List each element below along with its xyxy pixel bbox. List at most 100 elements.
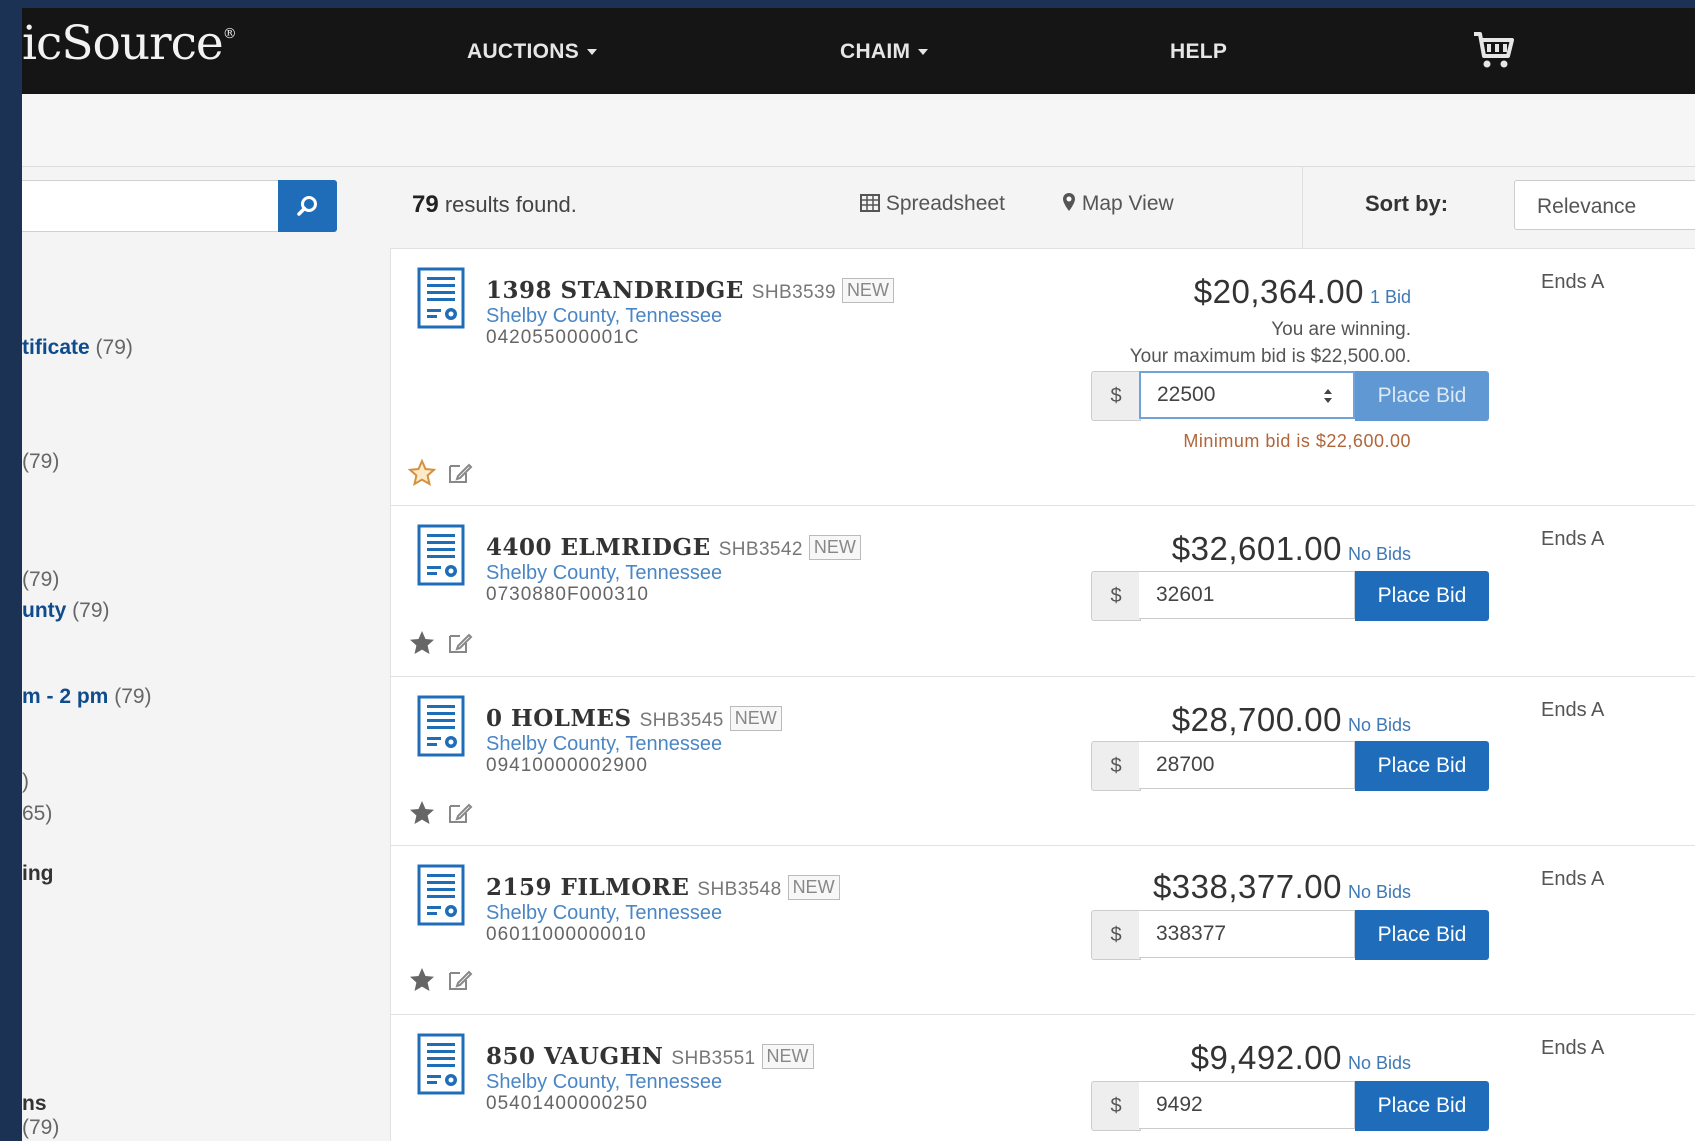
current-price: $20,364.00 [1193, 273, 1364, 310]
ends-label: Ends A [1541, 699, 1605, 721]
county-link[interactable]: Shelby County, Tennessee [486, 562, 722, 585]
facet-time[interactable]: m - 2 pm (79) [22, 685, 152, 709]
facet-certificate[interactable]: tificate (79) [22, 336, 133, 360]
ends-label: Ends A [1541, 1037, 1605, 1059]
winning-status: You are winning. [1271, 319, 1411, 340]
star-icon[interactable] [408, 799, 436, 827]
place-bid-button[interactable]: Place Bid [1355, 1081, 1489, 1131]
current-price: $28,700.00 [1171, 701, 1342, 738]
nav-help[interactable]: HELP [1170, 40, 1227, 64]
place-bid-button[interactable]: Place Bid [1355, 741, 1489, 791]
star-icon[interactable] [408, 459, 436, 487]
county-link[interactable]: Shelby County, Tennessee [486, 305, 722, 328]
listing-row: 4400 ELMRIDGE SHB3542 NEW Shelby County, T… [390, 505, 1695, 677]
nav-user-menu[interactable]: CHAIM [840, 40, 929, 64]
facet-heading: ns [22, 1092, 47, 1115]
currency-addon: $ [1091, 910, 1141, 960]
divider [1302, 166, 1303, 250]
bid-amount-input[interactable]: 32601 [1139, 571, 1355, 619]
app-window: icSource® AUCTIONS CHAIM HELP tificate (… [22, 8, 1695, 1141]
currency-addon: $ [1091, 741, 1141, 791]
nav-auctions[interactable]: AUCTIONS [467, 40, 598, 64]
listing-title[interactable]: 0 HOLMES SHB3545 NEW [486, 705, 782, 732]
certificate-icon[interactable] [417, 1033, 465, 1095]
certificate-icon[interactable] [417, 864, 465, 926]
parcel-id: 0730880F000310 [486, 584, 649, 605]
sort-select[interactable]: Relevance [1514, 180, 1695, 230]
bid-form: $ 338377 Place Bid [1091, 910, 1511, 960]
bid-amount-input[interactable]: 22500 [1139, 371, 1355, 419]
place-bid-button[interactable]: Place Bid [1355, 571, 1489, 621]
facet-item[interactable]: (79) [22, 450, 59, 474]
place-bid-button[interactable]: Place Bid [1355, 371, 1489, 421]
price-line: $338,377.00 No Bids [1153, 868, 1411, 906]
facet-heading: ing [22, 862, 54, 885]
edit-icon[interactable] [447, 801, 473, 825]
county-link[interactable]: Shelby County, Tennessee [486, 1071, 722, 1094]
county-link[interactable]: Shelby County, Tennessee [486, 733, 722, 756]
currency-addon: $ [1091, 1081, 1141, 1131]
map-view-link[interactable]: Map View [1062, 192, 1174, 216]
currency-addon: $ [1091, 371, 1141, 421]
search-button[interactable] [278, 180, 337, 232]
chevron-down-icon [587, 49, 598, 56]
certificate-icon[interactable] [417, 267, 465, 329]
spinner-icon[interactable] [1323, 387, 1333, 405]
spreadsheet-icon [860, 194, 880, 212]
results-count: 79 results found. [412, 191, 577, 218]
star-icon[interactable] [408, 966, 436, 994]
ends-label: Ends A [1541, 271, 1605, 293]
facet-item[interactable]: (79) [22, 568, 59, 592]
star-icon[interactable] [408, 629, 436, 657]
certificate-icon[interactable] [417, 695, 465, 757]
place-bid-button[interactable]: Place Bid [1355, 910, 1489, 960]
listing-title[interactable]: 1398 STANDRIDGE SHB3539 NEW [486, 277, 894, 304]
facet-item[interactable]: ) [22, 770, 29, 794]
price-line: $20,364.00 1 Bid [1194, 273, 1411, 311]
currency-addon: $ [1091, 571, 1141, 621]
new-badge: NEW [841, 278, 894, 303]
bid-amount-input[interactable]: 338377 [1139, 910, 1355, 958]
max-bid-status: Your maximum bid is $22,500.00. [1129, 346, 1411, 367]
listing-title[interactable]: 2159 FILMORE SHB3548 NEW [486, 874, 840, 901]
bid-form: $ 22500 Place Bid [1091, 371, 1511, 421]
bid-count-link[interactable]: No Bids [1348, 715, 1411, 735]
sort-label: Sort by: [1365, 191, 1449, 216]
map-marker-icon [1063, 193, 1075, 211]
listing-row: 2159 FILMORE SHB3548 NEW Shelby County, Te… [390, 845, 1695, 1015]
facet-item[interactable]: (79) [22, 1116, 59, 1140]
current-price: $338,377.00 [1152, 868, 1342, 905]
edit-icon[interactable] [447, 631, 473, 655]
parcel-id: 06011000000010 [486, 924, 647, 945]
county-link[interactable]: Shelby County, Tennessee [486, 902, 722, 925]
edit-icon[interactable] [447, 968, 473, 992]
new-badge: NEW [729, 706, 782, 731]
listing-title[interactable]: 4400 ELMRIDGE SHB3542 NEW [486, 534, 861, 561]
parcel-id: 042055000001C [486, 327, 640, 348]
minimum-bid-text: Minimum bid is $22,600.00 [1183, 431, 1411, 451]
bid-amount-input[interactable]: 28700 [1139, 741, 1355, 789]
bid-count-link[interactable]: No Bids [1348, 544, 1411, 564]
bid-form: $ 28700 Place Bid [1091, 741, 1511, 791]
spreadsheet-view-link[interactable]: Spreadsheet [860, 192, 1005, 216]
new-badge: NEW [787, 875, 840, 900]
price-line: $32,601.00 No Bids [1172, 530, 1411, 568]
bid-count-link[interactable]: 1 Bid [1370, 287, 1411, 307]
listing-row: 850 VAUGHN SHB3551 NEW Shelby County, Tenn… [390, 1014, 1695, 1141]
edit-icon[interactable] [447, 461, 473, 485]
listing-title[interactable]: 850 VAUGHN SHB3551 NEW [486, 1043, 814, 1070]
chevron-down-icon [918, 49, 929, 56]
bid-amount-input[interactable]: 9492 [1139, 1081, 1355, 1129]
facet-county[interactable]: unty (79) [22, 599, 110, 623]
site-logo[interactable]: icSource® [22, 16, 237, 71]
current-price: $32,601.00 [1171, 530, 1342, 567]
search-input[interactable] [22, 180, 279, 232]
search-icon [297, 196, 317, 216]
bid-count-link[interactable]: No Bids [1348, 1053, 1411, 1073]
bid-form: $ 32601 Place Bid [1091, 571, 1511, 621]
facet-item[interactable]: 65) [22, 802, 52, 826]
new-badge: NEW [808, 535, 861, 560]
certificate-icon[interactable] [417, 524, 465, 586]
cart-icon[interactable] [1470, 26, 1516, 72]
bid-count-link[interactable]: No Bids [1348, 882, 1411, 902]
